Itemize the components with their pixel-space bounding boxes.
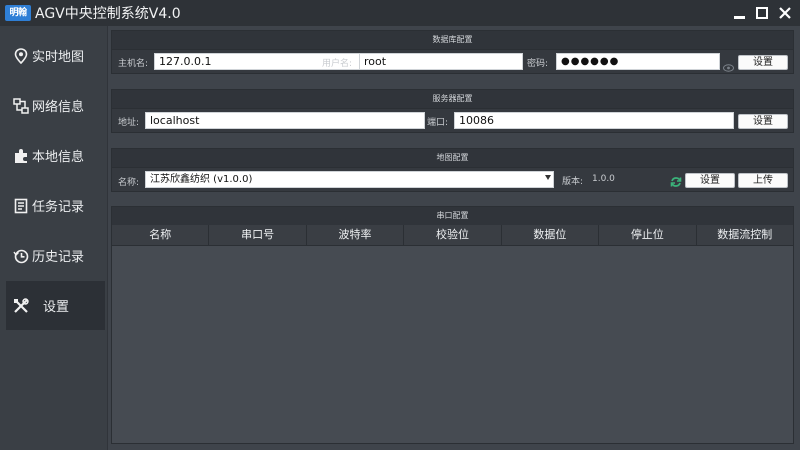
sidebar-item-settings[interactable]: 设置 <box>6 281 105 330</box>
sidebar-item-realtime-map[interactable]: 实时地图 <box>6 31 105 80</box>
refresh-icon[interactable] <box>670 173 682 192</box>
title-bar: 明翰 AGV中央控制系统V4.0 <box>0 0 800 26</box>
history-icon <box>13 248 29 264</box>
column-header-baud-rate[interactable]: 波特率 <box>307 225 405 245</box>
version-label: 版本: <box>562 177 584 187</box>
password-label: 密码: <box>527 59 549 69</box>
serial-config-panel: 串口配置 名称 串口号 波特率 校验位 数据位 停止位 数据流控制 <box>111 206 794 444</box>
port-label: 端口: <box>427 118 449 128</box>
sidebar-item-label: 本地信息 <box>32 150 85 165</box>
port-field[interactable]: 10086 <box>454 112 734 129</box>
column-header-data-bits[interactable]: 数据位 <box>502 225 600 245</box>
sidebar-item-history-records[interactable]: 历史记录 <box>6 231 105 280</box>
app-logo: 明翰 <box>5 5 31 21</box>
panel-header: 串口配置 <box>112 207 793 226</box>
map-name-select[interactable]: 江苏欣鑫纺织 (v1.0.0) <box>145 171 554 188</box>
wrench-screwdriver-icon <box>13 297 29 314</box>
server-config-panel: 服务器配置 地址: localhost 端口: 10086 设置 <box>111 89 794 133</box>
close-icon <box>779 7 791 19</box>
puzzle-icon <box>13 148 29 164</box>
sidebar-item-label: 历史记录 <box>32 250 85 265</box>
sidebar-item-task-records[interactable]: 任务记录 <box>6 181 105 230</box>
sidebar-item-label: 网络信息 <box>32 100 85 115</box>
host-label: 主机名: <box>118 59 149 69</box>
username-field[interactable]: root <box>359 53 523 70</box>
column-header-parity[interactable]: 校验位 <box>404 225 502 245</box>
sidebar-item-network-info[interactable]: 网络信息 <box>6 81 105 130</box>
username-label: 用户名: <box>322 59 353 69</box>
panel-header: 数据库配置 <box>112 31 793 50</box>
password-field[interactable]: ●●●●●● <box>556 53 720 70</box>
chevron-down-icon <box>545 175 551 180</box>
serial-table-header: 名称 串口号 波特率 校验位 数据位 停止位 数据流控制 <box>112 225 793 246</box>
map-set-button[interactable]: 设置 <box>685 173 735 188</box>
task-list-icon <box>13 198 29 214</box>
address-label: 地址: <box>118 118 140 128</box>
window-title: AGV中央控制系统V4.0 <box>35 6 181 22</box>
map-pin-icon <box>13 47 29 64</box>
database-config-panel: 数据库配置 主机名: 127.0.0.1 用户名: root 密码: ●●●●●… <box>111 30 794 74</box>
sidebar-item-local-info[interactable]: 本地信息 <box>6 131 105 180</box>
network-icon <box>13 97 29 114</box>
map-name-value: 江苏欣鑫纺织 (v1.0.0) <box>150 174 253 185</box>
map-config-panel: 地图配置 名称: 江苏欣鑫纺织 (v1.0.0) 版本: 1.0.0 设置 上传 <box>111 148 794 192</box>
maximize-icon <box>756 7 768 19</box>
column-header-flow-control[interactable]: 数据流控制 <box>697 225 793 245</box>
panel-header: 地图配置 <box>112 149 793 168</box>
column-header-stop-bits[interactable]: 停止位 <box>599 225 697 245</box>
minimize-icon <box>733 15 745 19</box>
panel-header: 服务器配置 <box>112 90 793 109</box>
serial-table-body[interactable] <box>112 246 793 443</box>
address-field[interactable]: localhost <box>145 112 425 129</box>
sidebar-item-label: 实时地图 <box>32 50 85 65</box>
column-header-port[interactable]: 串口号 <box>209 225 307 245</box>
sidebar: 实时地图 网络信息 本地信息 任务记录 历史记录 设置 <box>0 26 108 450</box>
version-value: 1.0.0 <box>592 174 615 184</box>
database-set-button[interactable]: 设置 <box>738 55 788 70</box>
sidebar-item-label: 任务记录 <box>32 200 85 215</box>
server-set-button[interactable]: 设置 <box>738 114 788 129</box>
sidebar-item-label: 设置 <box>43 300 70 315</box>
minimize-button[interactable] <box>729 3 749 23</box>
maximize-button[interactable] <box>752 3 772 23</box>
close-button[interactable] <box>775 3 795 23</box>
eye-icon[interactable] <box>723 57 734 76</box>
map-name-label: 名称: <box>118 178 140 188</box>
column-header-name[interactable]: 名称 <box>112 225 210 245</box>
map-upload-button[interactable]: 上传 <box>738 173 788 188</box>
